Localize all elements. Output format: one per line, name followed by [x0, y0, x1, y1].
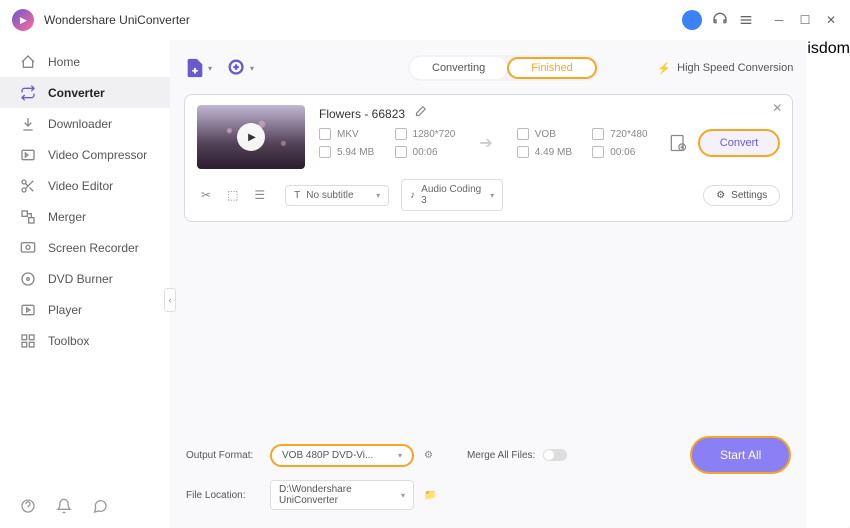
gear-icon: ⚙: [716, 190, 725, 201]
open-folder-icon[interactable]: 📁: [424, 490, 436, 501]
video-icon: [319, 128, 331, 140]
toolbar: ▾ ▾ Converting Finished ⚡ High Speed Con…: [184, 48, 793, 88]
merger-icon: [20, 209, 36, 225]
file-location-dropdown[interactable]: D:\Wondershare UniConverter ▾: [270, 480, 414, 510]
clock-icon: [395, 146, 407, 158]
sidebar-item-label: Merger: [48, 210, 86, 224]
user-avatar[interactable]: [682, 10, 702, 30]
tab-finished[interactable]: Finished: [507, 57, 597, 79]
add-url-button[interactable]: ▾: [226, 54, 254, 82]
file-location-label: File Location:: [186, 490, 260, 501]
audio-icon: ♪: [410, 190, 415, 201]
bolt-icon: ⚡: [657, 62, 671, 75]
src-size: 5.94 MB: [337, 147, 374, 158]
home-icon: [20, 54, 36, 70]
compressor-icon: [20, 147, 36, 163]
converter-icon: [20, 85, 36, 101]
sidebar-item-home[interactable]: Home: [0, 46, 170, 77]
scissors-icon: [20, 178, 36, 194]
dst-format: VOB: [535, 129, 556, 140]
sidebar-item-label: Video Compressor: [48, 148, 147, 162]
sidebar-item-label: DVD Burner: [48, 272, 113, 286]
clock-icon: [592, 146, 604, 158]
merge-label: Merge All Files:: [467, 450, 535, 461]
src-format: MKV: [337, 129, 359, 140]
sidebar-item-label: Toolbox: [48, 334, 89, 348]
sidebar-item-recorder[interactable]: Screen Recorder: [0, 232, 170, 263]
dst-dur: 00:06: [610, 147, 635, 158]
main-panel: ▾ ▾ Converting Finished ⚡ High Speed Con…: [170, 40, 807, 528]
output-format-label: Output Format:: [186, 450, 260, 461]
sidebar-item-merger[interactable]: Merger: [0, 201, 170, 232]
titlebar: Wondershare UniConverter ─ ☐ ✕: [0, 0, 850, 40]
player-icon: [20, 302, 36, 318]
sidebar-item-label: Screen Recorder: [48, 241, 139, 255]
minimize-button[interactable]: ─: [772, 13, 786, 27]
subtitle-dropdown[interactable]: T No subtitle ▾: [285, 185, 389, 206]
video-thumbnail[interactable]: [197, 105, 305, 169]
folder-icon: [319, 146, 331, 158]
sidebar-item-converter[interactable]: Converter: [0, 77, 170, 108]
download-icon: [20, 116, 36, 132]
toolbox-icon: [20, 333, 36, 349]
resolution-icon: [592, 128, 604, 140]
high-speed-label: ⚡ High Speed Conversion: [657, 62, 793, 75]
subtitle-icon: T: [294, 190, 300, 201]
recorder-icon: [20, 240, 36, 256]
merge-toggle[interactable]: [543, 449, 567, 461]
file-title: Flowers - 66823: [319, 107, 405, 121]
dst-res: 720*480: [610, 129, 647, 140]
resolution-icon: [395, 128, 407, 140]
sidebar-item-label: Home: [48, 55, 80, 69]
sidebar: Home Converter Downloader Video Compress…: [0, 40, 170, 528]
maximize-button[interactable]: ☐: [798, 13, 812, 27]
folder-icon: [517, 146, 529, 158]
card-close-button[interactable]: ✕: [772, 101, 782, 115]
src-dur: 00:06: [413, 147, 438, 158]
sidebar-item-label: Downloader: [48, 117, 112, 131]
video-icon: [517, 128, 529, 140]
tab-converting[interactable]: Converting: [410, 57, 507, 79]
output-settings-icon[interactable]: [668, 133, 688, 153]
sidebar-item-player[interactable]: Player: [0, 294, 170, 325]
src-res: 1280*720: [413, 129, 456, 140]
edit-title-icon[interactable]: [413, 105, 427, 122]
output-format-dropdown[interactable]: VOB 480P DVD-Vi... ▾: [270, 444, 414, 467]
crop-icon[interactable]: ⬚: [227, 188, 238, 202]
effect-icon[interactable]: ☰: [254, 188, 265, 202]
sidebar-item-label: Video Editor: [48, 179, 113, 193]
footer: Output Format: VOB 480P DVD-Vi... ▾ ⚙ Me…: [184, 430, 793, 518]
app-logo: [12, 9, 34, 31]
sidebar-item-toolbox[interactable]: Toolbox: [0, 325, 170, 356]
menu-icon[interactable]: [738, 12, 754, 28]
output-settings-gear-icon[interactable]: ⚙: [424, 450, 433, 461]
sidebar-item-dvd[interactable]: DVD Burner: [0, 263, 170, 294]
sidebar-item-label: Converter: [48, 86, 105, 100]
settings-button[interactable]: ⚙ Settings: [703, 185, 780, 206]
sidebar-item-compressor[interactable]: Video Compressor: [0, 139, 170, 170]
collapse-sidebar-button[interactable]: ‹: [164, 288, 176, 312]
arrow-icon: ➔: [479, 133, 492, 153]
tabs: Converting Finished: [408, 55, 599, 81]
bell-icon[interactable]: [56, 498, 72, 514]
headset-icon[interactable]: [712, 12, 728, 28]
sidebar-item-downloader[interactable]: Downloader: [0, 108, 170, 139]
sidebar-item-editor[interactable]: Video Editor: [0, 170, 170, 201]
start-all-button[interactable]: Start All: [690, 436, 791, 474]
play-icon: [237, 123, 265, 151]
add-file-button[interactable]: ▾: [184, 54, 212, 82]
file-card: ✕ Flowers - 66823: [184, 94, 793, 222]
dst-size: 4.49 MB: [535, 147, 572, 158]
convert-button[interactable]: Convert: [698, 129, 781, 157]
audio-dropdown[interactable]: ♪ Audio Coding 3 ▾: [401, 179, 503, 211]
app-title: Wondershare UniConverter: [44, 13, 190, 27]
chat-icon[interactable]: [92, 498, 108, 514]
close-button[interactable]: ✕: [824, 13, 838, 27]
trim-icon[interactable]: ✂: [201, 188, 211, 202]
help-icon[interactable]: [20, 498, 36, 514]
sidebar-item-label: Player: [48, 303, 82, 317]
dvd-icon: [20, 271, 36, 287]
